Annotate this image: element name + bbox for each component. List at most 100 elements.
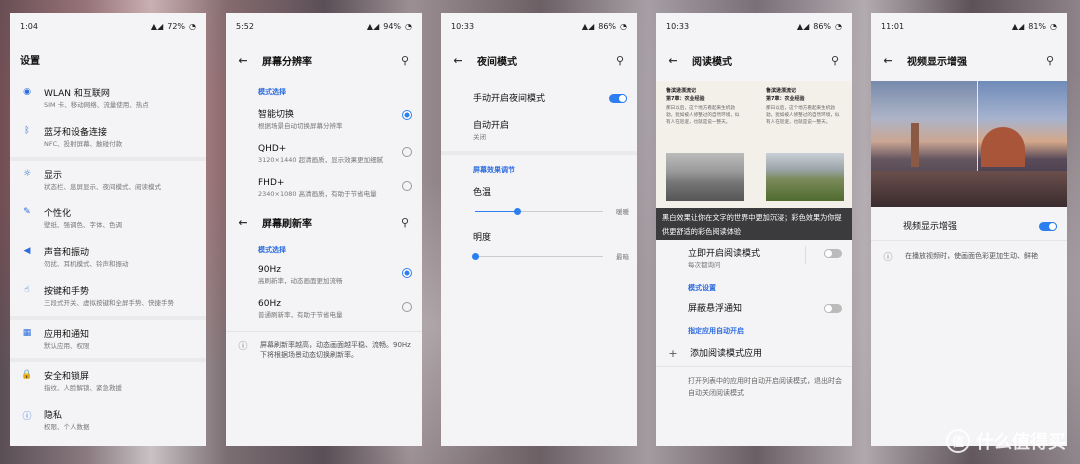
reading-preview: 鲁滨逊漂流记 第7章：农业经验 那日以后，这个地方看起来生机勃勃。犹如被人修整过… xyxy=(656,81,852,208)
temp-row: 色温 xyxy=(441,179,637,198)
watermark-logo: 值 xyxy=(946,429,970,453)
video-header: ← 视频显示增强 ⚲ xyxy=(871,39,1067,81)
bright-label: 明度 xyxy=(473,232,492,243)
bright-slider-knob[interactable] xyxy=(472,252,479,260)
option-title: QHD+ xyxy=(258,143,287,154)
refresh-header: ← 屏幕刷新率 ⚲ xyxy=(226,205,422,240)
block-notify-row[interactable]: 屏蔽悬浮通知 xyxy=(656,297,852,320)
search-icon[interactable]: ⚲ xyxy=(398,54,412,67)
video-enhance-toggle[interactable] xyxy=(1039,222,1057,231)
back-arrow-icon[interactable]: ← xyxy=(881,54,895,67)
settings-item-subtitle: 默认应用、权限 xyxy=(44,341,90,350)
settings-item-title: WLAN 和互联网 xyxy=(44,89,110,99)
option-radio[interactable] xyxy=(402,302,412,312)
reading-note: 打开列表中的应用时自动开启阅读模式，退出时会自动关闭阅读模式 xyxy=(656,365,852,400)
auto-night-row[interactable]: 自动开启 关闭 xyxy=(441,114,637,151)
option-subtitle: 高刷新率，动态画面更加流畅 xyxy=(258,277,343,286)
option-radio[interactable] xyxy=(402,268,412,279)
auto-night-status: 关闭 xyxy=(473,133,486,141)
info-icon: ⓘ xyxy=(883,253,893,263)
option-row[interactable]: 60Hz 普通刷新率，有助于节省电量 xyxy=(226,293,422,327)
apps-icon: ▦ xyxy=(22,327,32,338)
book-text: 那日以后，这个地方看起来生机勃勃。犹如被人修整过的自然环境，似有人在巡逻，也就是… xyxy=(766,106,840,126)
search-icon[interactable]: ⚲ xyxy=(1043,54,1057,67)
option-radio[interactable] xyxy=(402,146,412,157)
manual-night-row[interactable]: 手动开启夜间模式 xyxy=(441,81,637,114)
option-radio[interactable] xyxy=(402,110,412,120)
temp-slider-knob[interactable] xyxy=(514,207,522,215)
search-icon[interactable]: ⚲ xyxy=(828,54,842,67)
settings-item-subtitle: 状态栏、息屏显示、夜间模式、阅读模式 xyxy=(44,182,161,191)
battery-level: 94% xyxy=(383,21,402,31)
settings-item[interactable]: ☼ 显示 状态栏、息屏显示、夜间模式、阅读模式 xyxy=(10,161,206,200)
search-icon[interactable]: ⚲ xyxy=(398,216,412,229)
signal-icon: ▲◢ xyxy=(366,21,380,31)
status-bar: 5:52 ▲◢ 94% ◔ xyxy=(226,13,422,39)
settings-item-subtitle: NFC、投射屏幕、触碰付款 xyxy=(44,139,123,148)
status-time: 10:33 xyxy=(666,21,690,31)
section-label: 模式设置 xyxy=(688,283,716,292)
section-label: 模式选择 xyxy=(258,88,286,96)
signal-icon: ▲◢ xyxy=(150,21,164,31)
book-title: 鲁滨逊漂流记 xyxy=(766,88,797,94)
option-title: 智能切换 xyxy=(258,110,295,120)
video-enhance-row[interactable]: 视频显示增强 xyxy=(871,207,1067,240)
back-arrow-icon[interactable]: ← xyxy=(666,54,680,67)
option-row[interactable]: FHD+ 2340×1080 高清画质，有助于节省电量 xyxy=(226,172,422,206)
page-title: 屏幕分辨率 xyxy=(262,56,312,68)
settings-item[interactable]: ⓘ 隐私 权限、个人数据 xyxy=(10,401,206,440)
status-bar: 10:33 ▲◢ 86% ◔ xyxy=(656,13,852,39)
settings-list: ◉ WLAN 和互联网 SIM 卡、移动网络、流量使用、热点 ᛒ 蓝牙和设备连接 NFC、… xyxy=(10,79,206,440)
wifi-icon: ◉ xyxy=(23,87,31,97)
resolution-header: ← 屏幕分辨率 ⚲ xyxy=(226,39,422,81)
option-row[interactable]: 90Hz 高刷新率，动态画面更加流畅 xyxy=(226,259,422,293)
option-subtitle: 普通刷新率，有助于节省电量 xyxy=(258,311,343,319)
settings-item[interactable]: ◉ WLAN 和互联网 SIM 卡、移动网络、流量使用、热点 xyxy=(10,79,206,118)
option-title: 90Hz xyxy=(258,265,281,276)
block-notify-toggle[interactable] xyxy=(824,303,842,313)
battery-icon: ◔ xyxy=(1050,21,1057,31)
add-app-row[interactable]: + 添加阅读模式应用 xyxy=(656,340,852,366)
section-label: 指定应用自动开启 xyxy=(688,326,744,335)
settings-item-subtitle: 权限、个人数据 xyxy=(44,423,90,431)
watermark: 值 什么值得买 xyxy=(946,428,1066,454)
search-icon[interactable]: ⚲ xyxy=(613,54,627,67)
option-title: 60Hz xyxy=(258,299,281,309)
reading-now-label: 立即开启阅读模式 xyxy=(688,249,761,259)
back-arrow-icon[interactable]: ← xyxy=(236,216,250,229)
settings-item[interactable]: 🔒 安全和锁屏 指纹、人脸解锁、紧急救援 xyxy=(10,362,206,401)
back-arrow-icon[interactable]: ← xyxy=(451,54,465,67)
settings-item[interactable]: ☝ 按键和手势 三段式开关、虚拟按键和全屏手势、快捷手势 xyxy=(10,277,206,316)
battery-level: 72% xyxy=(167,21,186,31)
signal-icon: ▲◢ xyxy=(581,21,595,31)
status-time: 10:33 xyxy=(451,21,475,31)
note-text: 在播放视频时，使画面色彩更加生动、鲜艳 xyxy=(905,252,1038,260)
status-bar: 11:01 ▲◢ 81% ◔ xyxy=(871,13,1067,39)
option-row[interactable]: 智能切换 根据场景自动切换屏幕分辨率 xyxy=(226,101,422,138)
option-row[interactable]: QHD+ 3120×1440 超清画质，显示效果更加细腻 xyxy=(226,138,422,172)
add-app-label: 添加阅读模式应用 xyxy=(690,348,763,359)
settings-item-title: 显示 xyxy=(44,170,63,181)
section-label: 屏幕效果调节 xyxy=(473,165,515,174)
signal-icon: ▲◢ xyxy=(796,21,810,31)
night-header: ← 夜间模式 ⚲ xyxy=(441,39,637,81)
reading-now-toggle[interactable] xyxy=(824,249,842,258)
resolution-screen: 5:52 ▲◢ 94% ◔ ← 屏幕分辨率 ⚲ 模式选择 智能切换 根据场景自动切换屏… xyxy=(226,13,422,446)
settings-item-title: 个性化 xyxy=(44,209,72,220)
bright-row: 明度 xyxy=(441,220,637,243)
temp-slider[interactable] xyxy=(475,206,603,218)
bright-slider[interactable] xyxy=(472,251,603,263)
option-radio[interactable] xyxy=(402,180,412,191)
manual-night-toggle[interactable] xyxy=(609,94,627,103)
settings-header: 设置 xyxy=(10,39,206,79)
settings-item[interactable]: ✎ 个性化 壁纸、强调色、字体、色调 xyxy=(10,199,206,238)
settings-item[interactable]: ◀ 声音和振动 勿扰、耳机模式、铃声和振动 xyxy=(10,238,206,277)
settings-item[interactable]: ᛒ 蓝牙和设备连接 NFC、投射屏幕、触碰付款 xyxy=(10,118,206,157)
page-title: 夜间模式 xyxy=(477,56,517,68)
back-arrow-icon[interactable]: ← xyxy=(236,54,250,67)
reading-now-row[interactable]: 立即开启阅读模式 每次都询问 xyxy=(656,240,852,275)
refresh-note: ⓘ 屏幕刷新率越高，动态画面越平稳、流畅。90Hz 下将根据场景动态切换刷新率。 xyxy=(226,330,422,367)
settings-item-subtitle: 壁纸、强调色、字体、色调 xyxy=(44,221,122,230)
settings-item[interactable]: ▦ 应用和通知 默认应用、权限 xyxy=(10,320,206,359)
bluetooth-icon: ᛒ xyxy=(24,125,30,136)
